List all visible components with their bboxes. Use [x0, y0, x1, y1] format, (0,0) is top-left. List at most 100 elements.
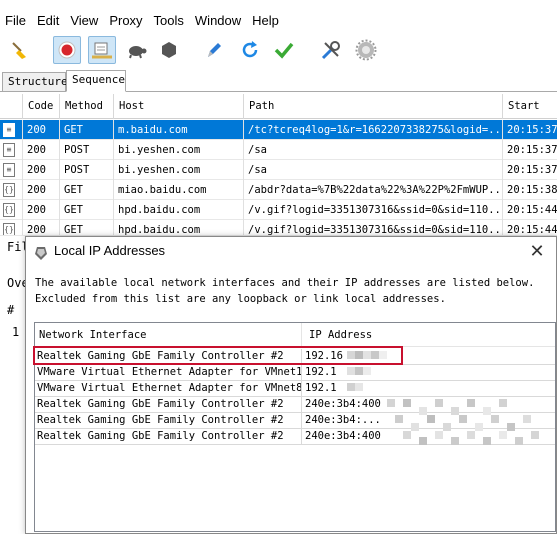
column-divider [301, 323, 302, 347]
dialog-titlebar: Local IP Addresses ✕ [26, 237, 556, 267]
cell-code: 200 [22, 200, 59, 220]
refresh-button[interactable] [236, 36, 264, 64]
cell-code: 200 [22, 140, 59, 160]
tab-structure[interactable]: Structure [2, 72, 68, 92]
cell-start: 20:15:37 [502, 160, 557, 180]
cell-method: GET [59, 200, 113, 220]
dialog-title: Local IP Addresses [54, 243, 166, 258]
sessions-grid: Code Method Host Path Start ≡ 200 GET m.… [0, 94, 557, 236]
cell-method: GET [59, 220, 113, 235]
description-line: The available local network interfaces a… [35, 277, 535, 289]
tools-button[interactable] [317, 36, 345, 64]
toolbar [0, 35, 557, 67]
record-icon [58, 41, 76, 59]
interface-name: VMware Virtual Ethernet Adapter for VMne… [37, 382, 301, 394]
settings-button[interactable] [352, 36, 380, 64]
menu-tools[interactable]: Tools [149, 13, 190, 28]
cell-path: /v.gif?logid=3351307316&ssid=0&sid=110..… [243, 220, 502, 235]
document-icon: ≡ [3, 123, 15, 137]
description-line: Excluded from this list are any loopback… [35, 292, 446, 305]
background-hash-label: # [7, 303, 15, 317]
cell-host: bi.yeshen.com [113, 160, 243, 180]
menu-view[interactable]: View [65, 13, 104, 28]
cell-host: hpd.baidu.com [113, 220, 243, 235]
cell-host: miao.baidu.com [113, 180, 243, 200]
turtle-icon [129, 46, 147, 59]
menu-edit[interactable]: Edit [32, 13, 65, 28]
col-path[interactable]: Path [243, 94, 502, 119]
broom-icon [12, 42, 26, 59]
cell-path: /abdr?data=%7B%22data%22%3A%22P%2FmWUP..… [243, 180, 502, 200]
document-icon: ≡ [3, 143, 15, 157]
cell-method: GET [59, 120, 113, 140]
pen-icon [208, 43, 221, 57]
local-ip-dialog: Local IP Addresses ✕ The available local… [25, 236, 557, 534]
grid-header: Code Method Host Path Start [0, 94, 557, 119]
cell-start: 20:15:37 [502, 120, 557, 140]
cell-path: /sa [243, 160, 502, 180]
table-row[interactable]: ≡ 200 GET m.baidu.com /tc?tcreq4log=1&r=… [0, 120, 557, 140]
col-network-interface[interactable]: Network Interface [35, 323, 301, 347]
cell-code: 200 [22, 180, 59, 200]
cell-method: POST [59, 140, 113, 160]
stop-hexagon-icon [162, 42, 176, 58]
json-icon: {} [3, 203, 15, 217]
record-button[interactable] [53, 36, 81, 64]
compose-button[interactable] [200, 36, 228, 64]
validate-button[interactable] [270, 36, 298, 64]
cell-code: 200 [22, 220, 59, 235]
view-tabs: Structure Sequence [0, 70, 557, 92]
cell-host: hpd.baidu.com [113, 200, 243, 220]
stop-button[interactable] [155, 36, 183, 64]
stream-icon [92, 42, 112, 59]
checkmark-icon [274, 42, 294, 59]
json-icon: {} [3, 183, 15, 197]
stream-button[interactable] [88, 36, 116, 64]
table-row[interactable]: {} 200 GET hpd.baidu.com /v.gif?logid=33… [0, 200, 557, 220]
cell-host: bi.yeshen.com [113, 140, 243, 160]
clear-button[interactable] [6, 36, 34, 64]
cell-code: 200 [22, 160, 59, 180]
col-host[interactable]: Host [113, 94, 243, 119]
refresh-icon [242, 41, 258, 58]
interface-name: VMware Virtual Ethernet Adapter for VMne… [37, 366, 301, 378]
close-button[interactable]: ✕ [526, 241, 548, 263]
cell-start: 20:15:38 [502, 180, 557, 200]
interface-name: Realtek Gaming GbE Family Controller #2 [37, 414, 284, 426]
menu-proxy[interactable]: Proxy [104, 13, 148, 28]
menu-bar: File Edit View Proxy Tools Window Help [0, 8, 557, 32]
col-ip-address[interactable]: IP Address [305, 323, 555, 347]
cell-start: 20:15:44 [502, 220, 557, 235]
background-row-number: 1 [12, 325, 20, 339]
col-code[interactable]: Code [22, 94, 59, 119]
cell-start: 20:15:44 [502, 200, 557, 220]
cell-path: /v.gif?logid=3351307316&ssid=0&sid=110..… [243, 200, 502, 220]
document-icon: ≡ [3, 163, 15, 177]
menu-help[interactable]: Help [247, 13, 285, 28]
table-row[interactable]: ≡ 200 POST bi.yeshen.com /sa 20:15:37 [0, 140, 557, 160]
cell-method: GET [59, 180, 113, 200]
cell-start: 20:15:37 [502, 140, 557, 160]
menu-file[interactable]: File [0, 13, 32, 28]
dialog-description: The available local network interfaces a… [35, 276, 547, 307]
tools-icon [321, 41, 340, 60]
interface-list: Network Interface IP Address Realtek Gam… [33, 322, 556, 532]
cell-method: POST [59, 160, 113, 180]
json-icon: {} [3, 223, 15, 235]
gear-icon [355, 39, 377, 61]
table-row[interactable]: ≡ 200 POST bi.yeshen.com /sa 20:15:37 [0, 160, 557, 180]
menu-window[interactable]: Window [190, 13, 247, 28]
cell-path: /sa [243, 140, 502, 160]
interface-name: Realtek Gaming GbE Family Controller #2 [37, 398, 284, 410]
throttle-button[interactable] [123, 36, 151, 64]
app-icon [35, 247, 47, 260]
table-row[interactable]: {} 200 GET hpd.baidu.com /v.gif?logid=33… [0, 220, 557, 236]
interface-name: Realtek Gaming GbE Family Controller #2 [37, 430, 284, 442]
col-method[interactable]: Method [59, 94, 113, 119]
list-header: Network Interface IP Address [35, 323, 555, 347]
cell-host: m.baidu.com [113, 120, 243, 140]
table-row[interactable]: {} 200 GET miao.baidu.com /abdr?data=%7B… [0, 180, 557, 200]
col-start[interactable]: Start [502, 94, 557, 119]
cell-code: 200 [22, 120, 59, 140]
tab-sequence[interactable]: Sequence [66, 70, 126, 92]
